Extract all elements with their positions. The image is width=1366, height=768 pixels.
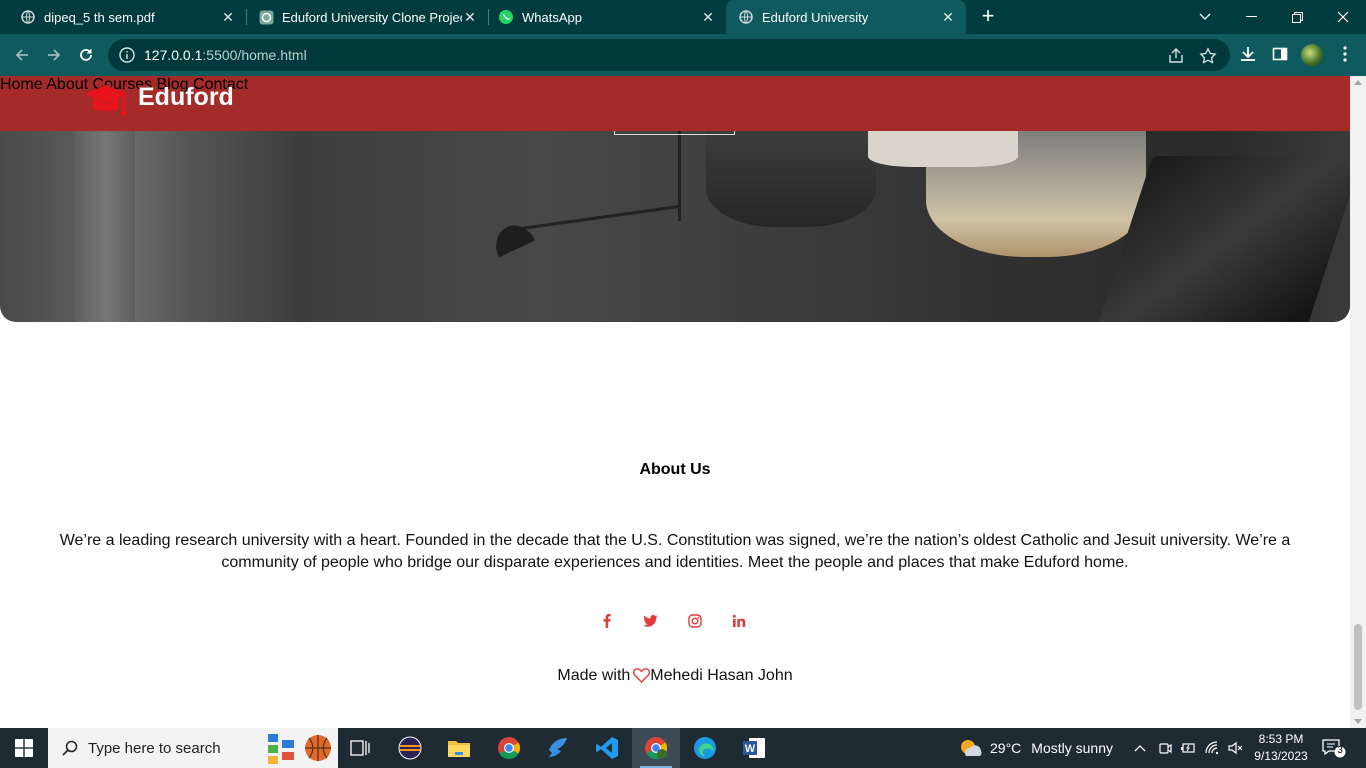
weather-temp: 29°C: [990, 740, 1022, 756]
system-clock[interactable]: 8:53 PM 9/13/2023: [1250, 731, 1312, 765]
hero-lamp-light: [868, 131, 1018, 167]
close-icon[interactable]: ✕: [220, 9, 236, 25]
linkedin-icon[interactable]: [730, 612, 748, 630]
reload-icon[interactable]: [74, 43, 98, 67]
url-host: 127.0.0.1: [144, 47, 203, 63]
about-text: We’re a leading research university with…: [59, 532, 1291, 571]
volume-muted-icon[interactable]: [1228, 739, 1244, 757]
nav-home[interactable]: Home: [0, 76, 43, 93]
partly-sunny-icon: [961, 740, 982, 756]
social-links: [0, 612, 1350, 630]
notification-count: 3: [1337, 745, 1343, 756]
brand-logo[interactable]: Eduford: [82, 80, 234, 124]
clock-date: 9/13/2023: [1254, 749, 1308, 763]
feather-app-icon[interactable]: [534, 728, 582, 768]
hero-lamp-arm: [520, 204, 680, 231]
new-tab-button[interactable]: +: [976, 5, 1000, 29]
task-view-icon[interactable]: [336, 728, 384, 768]
tab-title: Eduford University: [762, 9, 869, 25]
tab-pdf[interactable]: dipeq_5 th sem.pdf ✕: [0, 0, 246, 34]
minimize-icon[interactable]: [1228, 0, 1274, 34]
close-icon[interactable]: ✕: [462, 9, 478, 25]
file-explorer-icon[interactable]: [435, 728, 483, 768]
tab-title: Eduford University Clone Project: [282, 9, 462, 25]
url-path: :5500/home.html: [202, 47, 307, 63]
url-text: 127.0.0.1:5500/home.html: [144, 47, 307, 63]
facebook-icon[interactable]: [598, 612, 616, 630]
wifi-icon[interactable]: [1205, 739, 1221, 757]
windows-taskbar: Type here to search W 29°C Mostly sunny: [0, 728, 1366, 768]
made-with-author: Mehedi Hasan John: [650, 667, 793, 684]
share-icon[interactable]: [1167, 47, 1185, 65]
more-menu-icon[interactable]: [1334, 43, 1356, 65]
heart-icon: [633, 668, 651, 688]
search-icon: [62, 740, 78, 756]
chrome-icon[interactable]: [485, 728, 533, 768]
about-title: About Us: [639, 461, 711, 478]
graduation-cap-icon: [84, 85, 128, 116]
notification-center-icon[interactable]: 3: [1322, 738, 1346, 758]
profile-avatar[interactable]: [1301, 44, 1323, 66]
search-placeholder: Type here to search: [88, 739, 221, 757]
tab-search-chevron-icon[interactable]: [1182, 0, 1228, 34]
hero-lamp-dark: [706, 131, 876, 227]
address-bar[interactable]: 127.0.0.1:5500/home.html: [108, 39, 1230, 71]
page-scrollbar[interactable]: [1350, 76, 1366, 728]
eclipse-icon[interactable]: [386, 728, 434, 768]
browser-tab-strip: dipeq_5 th sem.pdf ✕ Eduford University …: [0, 0, 1366, 34]
search-highlight-icon: [268, 734, 331, 764]
twitter-icon[interactable]: [641, 612, 659, 630]
taskbar-search-box[interactable]: Type here to search: [48, 728, 338, 768]
clock-time: 8:53 PM: [1258, 732, 1304, 746]
edge-icon[interactable]: [681, 728, 729, 768]
restore-icon[interactable]: [1274, 0, 1320, 34]
tab-title: dipeq_5 th sem.pdf: [44, 9, 155, 25]
back-arrow-icon[interactable]: [10, 43, 34, 67]
download-icon[interactable]: [1237, 43, 1259, 65]
tab-whatsapp[interactable]: WhatsApp ✕: [488, 0, 726, 34]
brand-name: Eduford: [138, 82, 234, 111]
made-with-prefix: Made with: [557, 667, 631, 684]
battery-icon[interactable]: [1180, 739, 1196, 757]
forward-arrow-icon[interactable]: [42, 43, 66, 67]
globe-icon: [20, 9, 36, 25]
info-icon[interactable]: [118, 46, 136, 64]
close-icon[interactable]: ✕: [700, 9, 716, 25]
word-icon[interactable]: W: [730, 728, 778, 768]
chatgpt-icon: [258, 9, 274, 25]
close-icon[interactable]: ✕: [940, 9, 956, 25]
browser-toolbar: 127.0.0.1:5500/home.html: [0, 34, 1366, 76]
tab-separator: [246, 9, 247, 25]
meet-now-icon[interactable]: [1157, 739, 1173, 757]
weather-widget[interactable]: 29°C Mostly sunny: [958, 728, 1113, 768]
site-navbar: Eduford Home About Courses Blog Contact: [0, 76, 1350, 131]
close-window-icon[interactable]: [1320, 0, 1366, 34]
vscode-icon[interactable]: [583, 728, 631, 768]
globe-icon: [738, 9, 754, 25]
scroll-down-arrow-icon[interactable]: [1354, 719, 1362, 724]
svg-text:W: W: [745, 743, 756, 755]
chevron-up-icon[interactable]: [1132, 739, 1148, 757]
made-with-credit: Made with Mehedi Hasan John: [0, 667, 1350, 688]
page-viewport: Eduford Home About Courses Blog Contact …: [0, 76, 1350, 728]
instagram-icon[interactable]: [686, 612, 704, 630]
windows-start-icon[interactable]: [0, 728, 48, 768]
whatsapp-icon: [498, 9, 514, 25]
tab-clone-project[interactable]: Eduford University Clone Project ✕: [248, 0, 488, 34]
tab-eduford-active[interactable]: Eduford University ✕: [726, 0, 966, 34]
scrollbar-thumb[interactable]: [1354, 624, 1362, 710]
scroll-up-arrow-icon[interactable]: [1354, 80, 1362, 85]
side-panel-icon[interactable]: [1269, 43, 1291, 65]
tab-title: WhatsApp: [522, 9, 582, 25]
chrome-active-icon[interactable]: [632, 728, 680, 768]
weather-text: Mostly sunny: [1031, 740, 1113, 756]
bookmark-star-icon[interactable]: [1199, 47, 1217, 65]
hero-small-lamp: [488, 218, 536, 258]
